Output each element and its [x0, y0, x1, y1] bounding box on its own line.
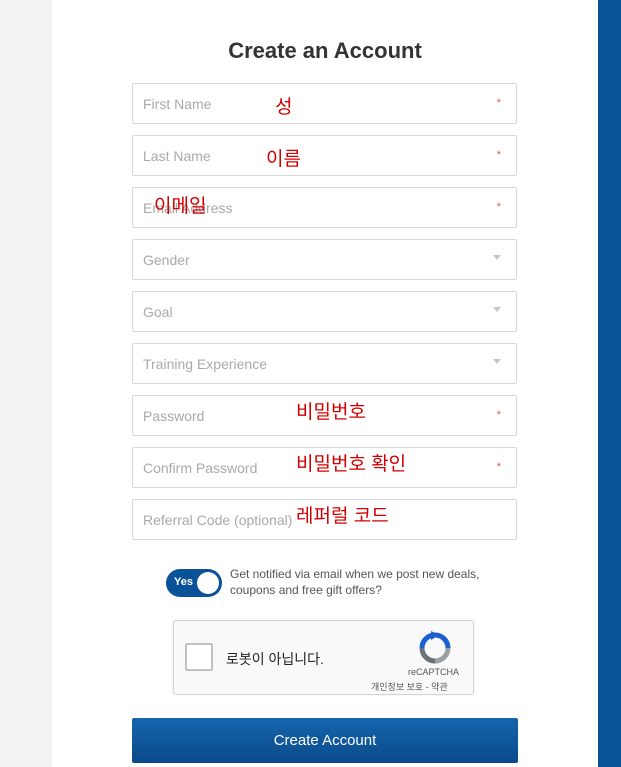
annotation-email: 이메일 — [154, 196, 207, 217]
required-mark: * — [496, 149, 501, 161]
annotation-first-name: 성 — [275, 97, 293, 118]
recaptcha-checkbox[interactable] — [185, 643, 213, 671]
page-title: Create an Account — [228, 38, 422, 63]
email-notify-toggle[interactable]: Yes — [166, 569, 222, 597]
email-notify-text: Get notified via email when we post new … — [230, 567, 480, 597]
training-experience-placeholder: Training Experience — [143, 356, 267, 372]
toggle-label: Yes — [174, 576, 193, 588]
last-name-field[interactable]: Last Name * — [132, 135, 517, 176]
recaptcha-label: 로봇이 아닙니다. — [226, 651, 324, 667]
required-mark: * — [496, 201, 501, 213]
annotation-confirm-password: 비밀번호 확인 — [296, 454, 407, 475]
recaptcha-widget: 로봇이 아닙니다. reCAPTCHA 개인정보 보호 - 약관 — [173, 620, 474, 695]
gender-select[interactable]: Gender — [132, 239, 517, 280]
recaptcha-brand: reCAPTCHA — [408, 667, 460, 677]
confirm-password-placeholder: Confirm Password — [143, 460, 258, 476]
recaptcha-logo-icon — [419, 631, 451, 664]
annotation-referral-code: 레퍼럴 코드 — [296, 506, 389, 527]
annotation-password: 비밀번호 — [296, 402, 366, 423]
chevron-down-icon — [493, 255, 501, 260]
referral-code-placeholder: Referral Code (optional) — [143, 512, 293, 528]
required-mark: * — [496, 461, 501, 473]
annotation-last-name: 이름 — [266, 149, 301, 170]
left-gutter — [0, 0, 52, 767]
training-experience-select[interactable]: Training Experience — [132, 343, 517, 384]
goal-placeholder: Goal — [143, 304, 173, 320]
first-name-placeholder: First Name — [143, 96, 212, 112]
right-side-bar — [598, 0, 621, 767]
signup-panel: Create an Account First Name * Last Name… — [52, 0, 598, 767]
chevron-down-icon — [493, 307, 501, 312]
required-mark: * — [496, 409, 501, 421]
toggle-knob — [197, 572, 219, 594]
recaptcha-links[interactable]: 개인정보 보호 - 약관 — [371, 680, 448, 693]
password-placeholder: Password — [143, 408, 205, 424]
gender-placeholder: Gender — [143, 252, 190, 268]
goal-select[interactable]: Goal — [132, 291, 517, 332]
first-name-field[interactable]: First Name * — [132, 83, 517, 124]
create-account-button[interactable]: Create Account — [132, 718, 518, 763]
chevron-down-icon — [493, 359, 501, 364]
last-name-placeholder: Last Name — [143, 148, 211, 164]
required-mark: * — [496, 97, 501, 109]
